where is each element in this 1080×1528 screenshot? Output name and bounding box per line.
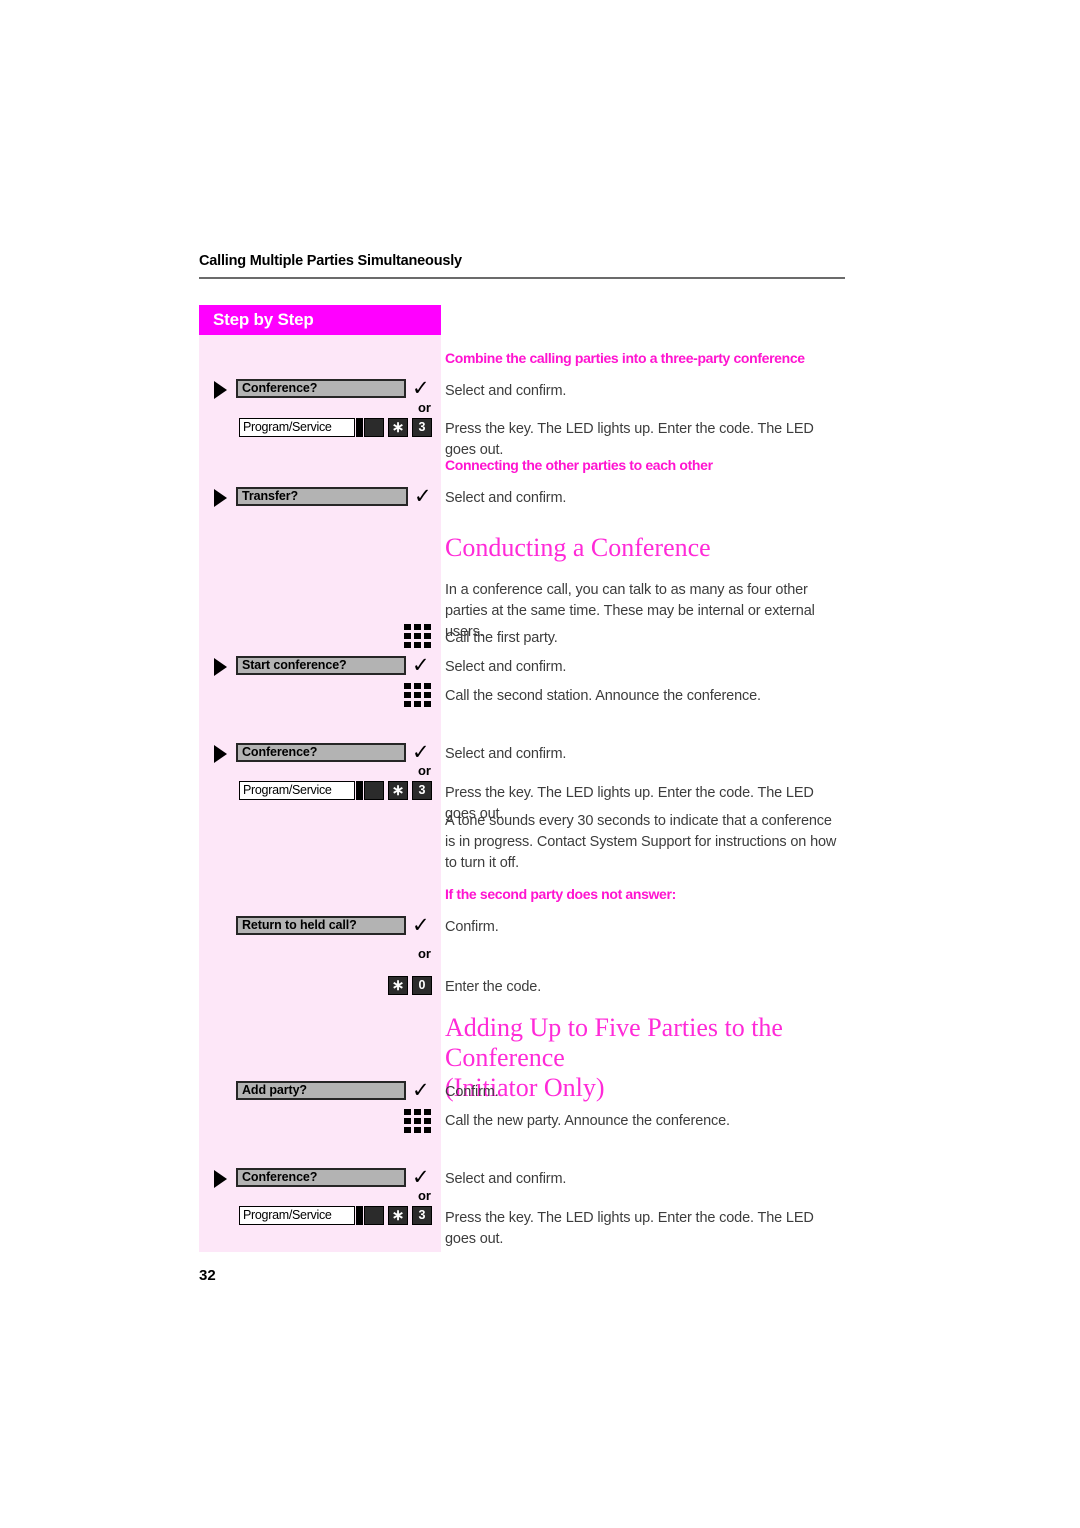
menu-item-start-conference[interactable]: Start conference?	[236, 656, 406, 675]
function-key-led-icon	[356, 418, 363, 437]
select-arrow-icon	[214, 489, 227, 507]
running-head: Calling Multiple Parties Simultaneously	[199, 253, 462, 269]
instruction-press-key-3: Press the key. The LED lights up. Enter …	[445, 1210, 814, 1247]
function-key-label: Program/Service	[239, 781, 355, 800]
or-label-2: or	[418, 763, 431, 778]
document-page: Calling Multiple Parties Simultaneously …	[0, 0, 1080, 1528]
or-label-1: or	[418, 400, 431, 415]
menu-item-return-to-held-call[interactable]: Return to held call?	[236, 916, 406, 935]
menu-item-add-party[interactable]: Add party?	[236, 1081, 406, 1100]
confirm-checkmark-icon: ✓	[412, 1165, 430, 1189]
function-key-led-icon	[356, 1206, 363, 1225]
or-label-3: or	[418, 946, 431, 961]
keycap-star-3[interactable]: ∗	[388, 976, 408, 995]
keycap-blank-3[interactable]	[364, 1206, 384, 1225]
instruction-select-and-confirm-5: Select and confirm.	[445, 1171, 567, 1187]
instruction-press-key-1: Press the key. The LED lights up. Enter …	[445, 421, 814, 458]
instruction-call-new-party: Call the new party. Announce the confere…	[445, 1113, 730, 1129]
instruction-select-and-confirm-1: Select and confirm.	[445, 383, 567, 399]
function-key-label: Program/Service	[239, 1206, 355, 1225]
menu-item-conference[interactable]: Conference?	[236, 743, 406, 762]
keycap-three-2[interactable]: 3	[412, 781, 432, 800]
instruction-enter-the-code: Enter the code.	[445, 979, 542, 995]
select-arrow-icon	[214, 381, 227, 399]
instruction-select-and-confirm-2: Select and confirm.	[445, 490, 567, 506]
menu-item-transfer[interactable]: Transfer?	[236, 487, 408, 506]
confirm-checkmark-icon: ✓	[412, 653, 430, 677]
or-label-4: or	[418, 1188, 431, 1203]
instruction-confirm-1: Confirm.	[445, 919, 499, 935]
sidebar-header: Step by Step	[199, 305, 441, 335]
keycap-blank-2[interactable]	[364, 781, 384, 800]
keycap-star-1[interactable]: ∗	[388, 418, 408, 437]
confirm-checkmark-icon: ✓	[412, 913, 430, 937]
subhead-second-party-no-answer: If the second party does not answer:	[445, 886, 676, 902]
select-arrow-icon	[214, 745, 227, 763]
select-arrow-icon	[214, 1170, 227, 1188]
keycap-three-1[interactable]: 3	[412, 418, 432, 437]
instruction-call-second-station: Call the second station. Announce the co…	[445, 688, 761, 704]
instruction-select-and-confirm-3: Select and confirm.	[445, 659, 567, 675]
function-key-label: Program/Service	[239, 418, 355, 437]
confirm-checkmark-icon: ✓	[412, 740, 430, 764]
instruction-select-and-confirm-4: Select and confirm.	[445, 746, 567, 762]
keycap-star-2[interactable]: ∗	[388, 781, 408, 800]
keycap-blank-1[interactable]	[364, 418, 384, 437]
keycap-star-4[interactable]: ∗	[388, 1206, 408, 1225]
page-title-conducting-a-conference: Conducting a Conference	[445, 533, 711, 562]
keycap-three-3[interactable]: 3	[412, 1206, 432, 1225]
subhead-combine-three-party: Combine the calling parties into a three…	[445, 350, 805, 366]
dialpad-icon	[404, 683, 432, 709]
function-key-program-service-2[interactable]: Program/Service	[239, 781, 363, 800]
header-rule	[199, 277, 845, 279]
function-key-program-service-1[interactable]: Program/Service	[239, 418, 363, 437]
page-number: 32	[199, 1267, 216, 1284]
select-arrow-icon	[214, 658, 227, 676]
instruction-call-first-party: Call the first party.	[445, 630, 558, 646]
function-key-led-icon	[356, 781, 363, 800]
subhead-connecting-other-parties: Connecting the other parties to each oth…	[445, 457, 713, 473]
dialpad-icon	[404, 1109, 432, 1135]
instruction-confirm-2: Confirm.	[445, 1084, 499, 1100]
menu-item-conference[interactable]: Conference?	[236, 379, 406, 398]
dialpad-icon	[404, 624, 432, 650]
function-key-program-service-3[interactable]: Program/Service	[239, 1206, 363, 1225]
confirm-checkmark-icon: ✓	[412, 1078, 430, 1102]
confirm-checkmark-icon: ✓	[412, 376, 430, 400]
confirm-checkmark-icon: ✓	[414, 484, 432, 508]
keycap-zero[interactable]: 0	[412, 976, 432, 995]
sidebar-title: Step by Step	[213, 310, 314, 329]
title-line-1: Adding Up to Five Parties to the Confere…	[445, 1013, 783, 1072]
note-conference-tone: A tone sounds every 30 seconds to indica…	[445, 813, 837, 871]
menu-item-conference[interactable]: Conference?	[236, 1168, 406, 1187]
